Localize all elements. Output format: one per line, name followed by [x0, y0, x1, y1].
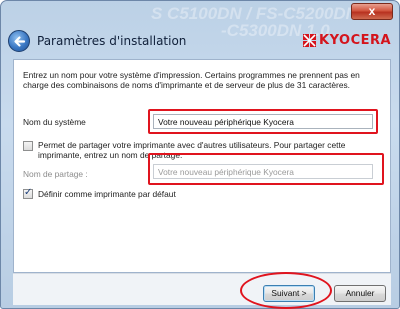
intro-text: Entrez un nom pour votre système d'impre… — [23, 70, 360, 90]
back-arrow-icon — [14, 36, 26, 47]
back-button[interactable] — [8, 30, 30, 52]
default-printer-checkbox[interactable] — [23, 187, 33, 199]
kyocera-logo: KYOCERA — [303, 32, 391, 48]
highlight-share-name — [148, 153, 384, 185]
highlight-next-button — [240, 272, 332, 309]
default-printer-label: Définir comme imprimante par défaut — [38, 189, 176, 199]
share-name-label: Nom de partage : — [23, 169, 88, 179]
window-title: Paramètres d'installation — [37, 34, 187, 48]
highlight-system-name — [148, 109, 378, 134]
kyocera-logo-icon — [303, 33, 316, 47]
system-name-label: Nom du système — [23, 117, 86, 127]
logo-text: KYOCERA — [319, 32, 392, 48]
close-button[interactable]: x — [351, 3, 393, 20]
installer-window: S C5100DN / FS-C5200DN / FS-C -C5300DN 1… — [0, 0, 400, 309]
cancel-button[interactable]: Annuler — [334, 285, 386, 302]
share-checkbox[interactable] — [23, 141, 33, 151]
